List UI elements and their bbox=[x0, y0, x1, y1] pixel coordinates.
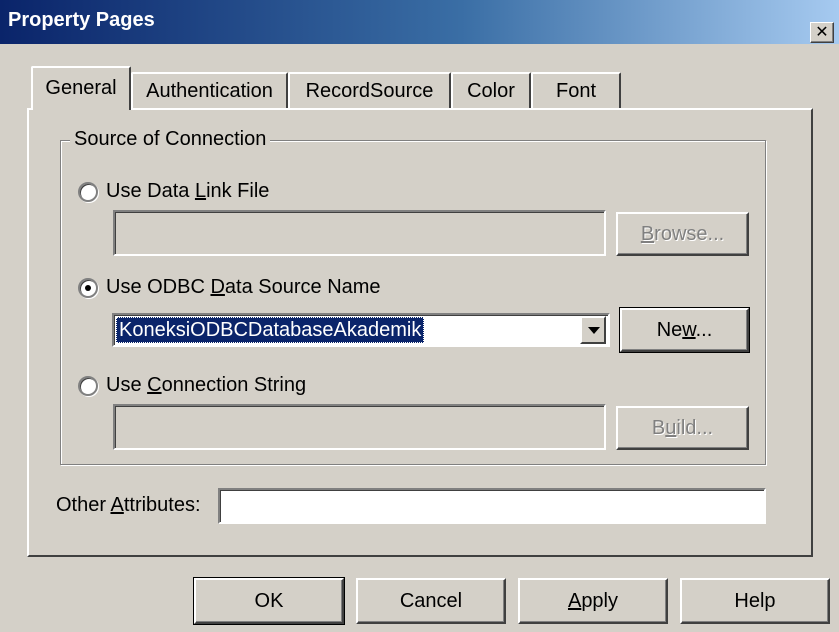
close-icon: ✕ bbox=[815, 22, 829, 41]
other-attributes-label: Other Attributes: bbox=[56, 494, 201, 517]
other-attributes-label-pre: Other bbox=[56, 494, 111, 516]
new-label-accel: w bbox=[682, 319, 696, 341]
data-link-label-accel: L bbox=[194, 180, 207, 202]
tab-font-label: Font bbox=[555, 80, 597, 102]
new-label-post: ... bbox=[695, 319, 713, 341]
odbc-radio[interactable] bbox=[78, 278, 98, 298]
property-pages-dialog: Property Pages ✕ General Authentication … bbox=[0, 0, 839, 632]
odbc-label-pre: Use ODBC bbox=[106, 276, 211, 298]
browse-label-post: rowse... bbox=[654, 223, 725, 245]
apply-label-accel: A bbox=[567, 590, 582, 612]
apply-button[interactable]: Apply bbox=[518, 578, 668, 624]
help-button[interactable]: Help bbox=[680, 578, 830, 624]
odbc-label-accel: D bbox=[210, 276, 225, 298]
connection-string-label-accel: C bbox=[147, 374, 162, 396]
tab-recordsource[interactable]: RecordSource bbox=[288, 72, 451, 110]
connection-string-label[interactable]: Use Connection String bbox=[106, 374, 306, 397]
new-label-pre: Ne bbox=[656, 319, 683, 341]
ok-button[interactable]: OK bbox=[193, 577, 345, 625]
data-link-field[interactable] bbox=[113, 210, 606, 256]
other-attributes-label-post: ttributes: bbox=[123, 494, 201, 516]
other-attributes-label-accel: A bbox=[110, 494, 124, 516]
connection-string-label-pre: Use bbox=[106, 374, 148, 396]
tab-color-label: Color bbox=[467, 80, 515, 102]
data-link-label-post: ink File bbox=[206, 180, 270, 202]
data-link-radio[interactable] bbox=[78, 182, 98, 202]
tab-recordsource-label: RecordSource bbox=[305, 80, 434, 102]
browse-label-accel: B bbox=[640, 223, 655, 245]
radio-selected-dot bbox=[85, 285, 91, 291]
odbc-dsn-selected-value[interactable]: KoneksiODBCDatabaseAkademik bbox=[116, 317, 425, 343]
tab-authentication[interactable]: Authentication bbox=[131, 72, 288, 110]
build-label-pre: B bbox=[651, 417, 666, 439]
tab-general-label: General bbox=[45, 77, 117, 99]
combo-dropdown-button[interactable] bbox=[580, 316, 606, 344]
connection-string-radio[interactable] bbox=[78, 376, 98, 396]
data-link-label-pre: Use Data bbox=[106, 180, 195, 202]
apply-label-post: pply bbox=[581, 590, 619, 612]
new-button[interactable]: New... bbox=[619, 307, 750, 353]
chevron-down-icon bbox=[588, 327, 600, 334]
ok-label: OK bbox=[254, 590, 284, 612]
connection-string-field[interactable] bbox=[113, 404, 606, 450]
browse-button[interactable]: Browse... bbox=[616, 212, 749, 256]
help-label: Help bbox=[734, 590, 776, 612]
build-button[interactable]: Build... bbox=[616, 406, 749, 450]
tab-font[interactable]: Font bbox=[531, 72, 621, 110]
cancel-button[interactable]: Cancel bbox=[356, 578, 506, 624]
tab-general[interactable]: General bbox=[31, 66, 131, 110]
cancel-label: Cancel bbox=[399, 590, 463, 612]
odbc-label[interactable]: Use ODBC Data Source Name bbox=[106, 276, 381, 299]
build-label-post: ild... bbox=[676, 417, 714, 439]
build-label-accel: u bbox=[665, 417, 677, 439]
tab-color[interactable]: Color bbox=[451, 72, 531, 110]
connection-string-label-post: onnection String bbox=[161, 374, 307, 396]
title-bar[interactable]: Property Pages ✕ bbox=[0, 0, 839, 44]
group-legend: Source of Connection bbox=[70, 128, 271, 151]
window-title: Property Pages bbox=[8, 9, 155, 31]
close-button[interactable]: ✕ bbox=[810, 22, 834, 43]
odbc-label-post: ata Source Name bbox=[224, 276, 381, 298]
other-attributes-input[interactable] bbox=[218, 488, 766, 524]
tab-authentication-label: Authentication bbox=[146, 80, 273, 102]
data-link-label[interactable]: Use Data Link File bbox=[106, 180, 269, 203]
